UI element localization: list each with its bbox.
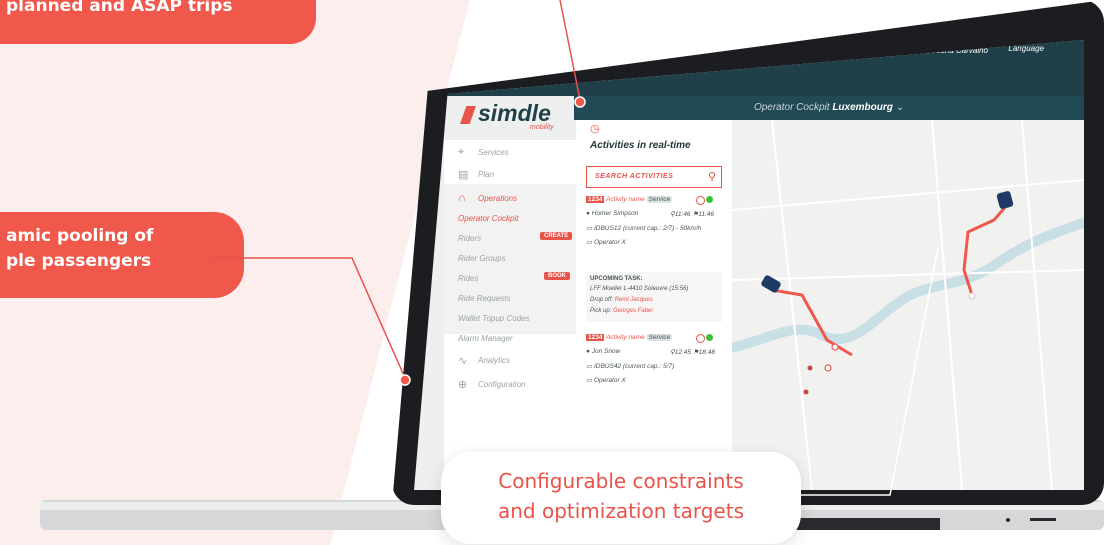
logo-subtext: mobility — [530, 124, 554, 131]
chart-icon: ∿ — [458, 355, 468, 367]
activity-card[interactable]: 1234 Activity name Service ● Homer Simps… — [586, 196, 722, 266]
route-line — [771, 288, 853, 357]
calendar-icon: ▤ — [458, 169, 469, 181]
sidebar-item-plan[interactable]: Plan — [478, 170, 494, 179]
activity-id-tag: 1234 — [586, 334, 605, 341]
callout-constraints: Configurable constraints and optimizatio… — [441, 452, 801, 544]
sidebar-item-ride-requests[interactable]: Ride Requests — [458, 294, 510, 303]
bus-icon: ▭ — [586, 363, 593, 370]
map-canvas — [732, 120, 1084, 490]
driver-name: Jon Snow — [591, 348, 621, 355]
sidebar-item-riders[interactable]: Riders — [458, 234, 481, 243]
upcoming-task: UPCOMING TASK: LFF Moeller L-4410 Soleuv… — [586, 272, 722, 322]
bus-marker-icon[interactable] — [996, 190, 1014, 209]
activity-card[interactable]: 1234 Activity name Service ● Jon Snow ⚲1… — [586, 334, 722, 394]
search-icon[interactable]: ⚲ — [708, 170, 716, 183]
sidebar-item-rides[interactable]: Rides — [458, 274, 478, 283]
operator-name: Operator X — [593, 377, 626, 384]
stop-marker[interactable] — [803, 389, 809, 395]
driver-icon: ● — [586, 210, 590, 217]
service-badge: Service — [646, 334, 673, 341]
callout-trips: planned and ASAP trips — [0, 0, 316, 44]
bus-info: IDBUS12 (current cap.: 2/7) - 50km/h — [593, 225, 702, 232]
start-time: 12:45 — [674, 349, 692, 356]
panel-title: Activities in real-time — [590, 140, 691, 151]
upcoming-heading: UPCOMING TASK: — [590, 276, 643, 282]
no-entry-icon — [696, 196, 705, 205]
callout-constraints-line1: Configurable constraints — [498, 469, 744, 493]
headset-icon: ∩ — [458, 192, 466, 204]
no-entry-icon — [696, 334, 705, 343]
gear-icon: ⊕ — [458, 379, 468, 391]
activity-name: Activity name — [606, 334, 645, 341]
bus-info: IDBUS42 (current cap.: 5/7) — [593, 363, 675, 370]
service-badge: Service — [646, 196, 673, 203]
cockpit-prefix: Operator Cockpit — [753, 102, 830, 113]
end-time: 11:46 — [698, 211, 714, 218]
callout-constraints-line2: and optimization targets — [497, 499, 744, 523]
live-map[interactable] — [732, 120, 1084, 490]
road-lines — [732, 120, 1084, 490]
cockpit-selector[interactable]: Operator Cockpit Luxembourg ⌄ — [574, 96, 1084, 120]
book-badge-button[interactable]: BOOK — [544, 272, 570, 280]
callout-pooling-line1: amic pooling of — [6, 226, 154, 246]
status-online-icon — [706, 334, 713, 341]
laptop-screen: Hello, Joana Carvalho Language Operator … — [392, 0, 1104, 505]
stop-marker[interactable] — [968, 292, 976, 300]
search-placeholder: SEARCH ACTIVITIES — [595, 173, 674, 180]
create-badge-button[interactable]: CREATE — [540, 232, 573, 240]
callout-trips-text: planned and ASAP trips — [6, 0, 233, 16]
sidebar-item-alarm-manager[interactable]: Alarm Manager — [458, 334, 513, 343]
chevron-down-icon: ⌄ — [895, 102, 905, 113]
sidebar-item-operator-cockpit[interactable]: Operator Cockpit — [458, 214, 518, 223]
operator-icon: ▭ — [586, 239, 593, 246]
sidebar-item-analytics[interactable]: Analytics — [478, 356, 510, 365]
dropoff-label: Drop off: — [590, 297, 614, 303]
cockpit-city: Luxembourg — [832, 102, 893, 113]
simdle-logo: simdle mobility — [454, 100, 564, 134]
location-pin-icon: ⌖ — [458, 146, 465, 158]
sidebar: ⌖ Services ▤ Plan ∩ Operations Operator … — [444, 140, 578, 490]
sidebar-item-services[interactable]: Services — [478, 148, 509, 157]
search-activities-input[interactable]: SEARCH ACTIVITIES ⚲ — [586, 166, 722, 188]
sidebar-item-configuration[interactable]: Configuration — [478, 380, 526, 389]
pickup-label: Pick up: — [590, 308, 612, 314]
driver-icon: ● — [586, 348, 590, 355]
end-time: 18:48 — [698, 349, 715, 356]
sidebar-item-rider-groups[interactable]: Rider Groups — [458, 254, 506, 263]
sidebar-item-operations[interactable]: Operations — [478, 194, 517, 203]
driver-name: Homer Simpson — [591, 210, 639, 217]
pickup-name[interactable]: Georges Faber — [613, 308, 653, 314]
bus-icon: ▭ — [586, 225, 593, 232]
operator-name: Operator X — [593, 239, 626, 246]
clock-icon: ◷ — [590, 123, 600, 135]
dropoff-name[interactable]: Remi Jacques — [615, 297, 653, 303]
operator-icon: ▭ — [586, 377, 593, 384]
sidebar-item-wallet-topup-codes[interactable]: Wallet Topup Codes — [458, 314, 530, 323]
logo-mark-icon — [460, 106, 476, 124]
app-display: Hello, Joana Carvalho Language Operator … — [414, 40, 1084, 490]
logo-text: simdle — [478, 100, 551, 126]
upcoming-address: LFF Moeller L-4410 Soleuvre (15:56) — [590, 286, 689, 292]
activity-name: Activity name — [606, 196, 645, 203]
status-online-icon — [706, 196, 713, 203]
callout-pooling-line2: ple passengers — [6, 251, 152, 271]
start-time: 11:46 — [674, 211, 691, 218]
activities-panel: ◷ Activities in real-time SEARCH ACTIVIT… — [576, 120, 733, 490]
callout-pooling: amic pooling of ple passengers — [0, 212, 244, 298]
activity-id-tag: 1234 — [586, 196, 605, 203]
stop-marker[interactable] — [824, 364, 832, 372]
stop-marker[interactable] — [807, 365, 813, 371]
stop-marker[interactable] — [831, 343, 839, 351]
